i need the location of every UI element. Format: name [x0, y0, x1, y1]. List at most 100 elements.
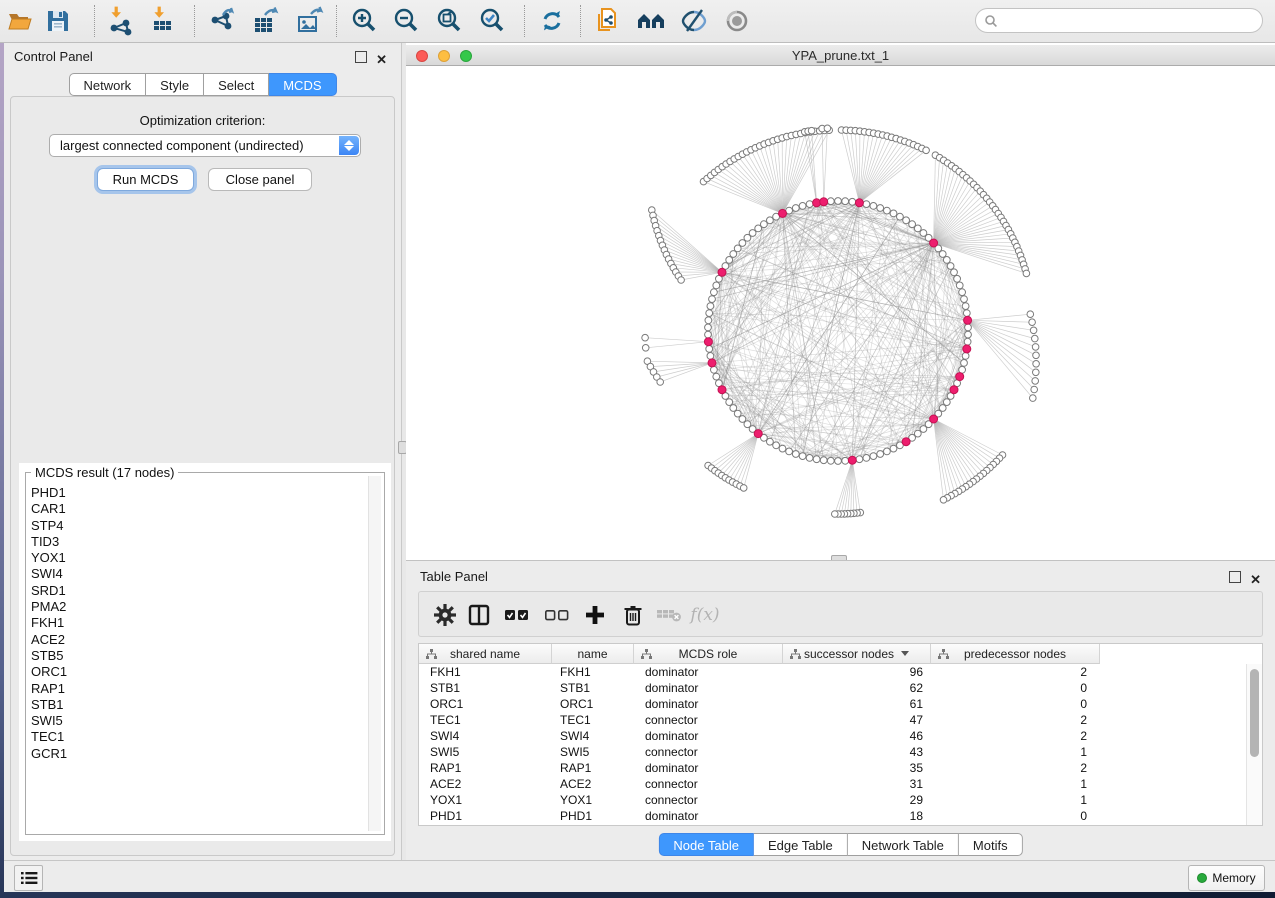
network-node[interactable]: [709, 296, 716, 303]
mcds-hub-node[interactable]: [820, 198, 828, 206]
network-leaf-node[interactable]: [1023, 270, 1030, 277]
mcds-result-item[interactable]: ACE2: [31, 632, 367, 648]
show-all-button[interactable]: [719, 3, 755, 39]
cell-shared-name[interactable]: SWI5: [419, 744, 552, 760]
cell-name[interactable]: SWI4: [552, 728, 634, 744]
network-node[interactable]: [963, 310, 970, 317]
cell-shared-name[interactable]: PHD1: [419, 808, 552, 824]
cell-shared-name[interactable]: TEC1: [419, 712, 552, 728]
network-leaf-node[interactable]: [940, 497, 947, 504]
cell-shared-name[interactable]: ORC1: [419, 696, 552, 712]
network-node[interactable]: [767, 438, 774, 445]
cell-successor-nodes[interactable]: 61: [783, 696, 931, 712]
network-leaf-node[interactable]: [1030, 395, 1037, 402]
cell-name[interactable]: YOX1: [552, 792, 634, 808]
cell-successor-nodes[interactable]: 18: [783, 808, 931, 824]
network-node[interactable]: [767, 217, 774, 224]
network-node[interactable]: [835, 458, 842, 465]
cell-predecessor-nodes[interactable]: 0: [931, 808, 1100, 824]
network-node[interactable]: [903, 217, 910, 224]
network-node[interactable]: [962, 353, 969, 360]
mcds-result-item[interactable]: STB1: [31, 697, 367, 713]
cell-MCDS-role[interactable]: connector: [634, 776, 783, 792]
cell-predecessor-nodes[interactable]: 2: [931, 760, 1100, 776]
network-node[interactable]: [726, 257, 733, 264]
table-row[interactable]: RAP1RAP1dominator352: [419, 760, 1262, 776]
network-node[interactable]: [842, 457, 849, 464]
mcds-hub-node[interactable]: [708, 359, 716, 367]
zoom-out-button[interactable]: [388, 3, 424, 39]
network-leaf-node[interactable]: [1033, 352, 1040, 359]
network-node[interactable]: [962, 303, 969, 310]
table-row[interactable]: SWI5SWI5connector431: [419, 744, 1262, 760]
cell-shared-name[interactable]: ACE2: [419, 776, 552, 792]
network-node[interactable]: [707, 353, 714, 360]
cell-successor-nodes[interactable]: 62: [783, 680, 931, 696]
network-leaf-node[interactable]: [1030, 327, 1037, 334]
cell-predecessor-nodes[interactable]: 1: [931, 776, 1100, 792]
network-node[interactable]: [773, 442, 780, 449]
network-leaf-node[interactable]: [1032, 378, 1039, 385]
cell-predecessor-nodes[interactable]: 1: [931, 744, 1100, 760]
network-node[interactable]: [711, 366, 718, 373]
network-leaf-node[interactable]: [642, 345, 649, 352]
table-panel-float-button[interactable]: [1229, 570, 1241, 588]
mcds-hub-node[interactable]: [704, 338, 712, 346]
network-node[interactable]: [961, 360, 968, 367]
tab-node-table[interactable]: Node Table: [658, 833, 754, 856]
network-node[interactable]: [806, 455, 813, 462]
cell-shared-name[interactable]: YOX1: [419, 792, 552, 808]
mcds-result-item[interactable]: CAR1: [31, 501, 367, 517]
scrollbar-thumb[interactable]: [1250, 669, 1259, 757]
network-graph[interactable]: [406, 66, 1275, 560]
network-node[interactable]: [884, 207, 891, 214]
cell-name[interactable]: STB1: [552, 680, 634, 696]
network-node[interactable]: [863, 201, 870, 208]
network-window-titlebar[interactable]: YPA_prune.txt_1: [406, 45, 1275, 66]
network-node[interactable]: [813, 456, 820, 463]
optimization-criterion-dropdown[interactable]: largest connected component (undirected): [49, 134, 361, 157]
network-node[interactable]: [943, 399, 950, 406]
cell-MCDS-role[interactable]: dominator: [634, 696, 783, 712]
cell-MCDS-role[interactable]: dominator: [634, 808, 783, 824]
cell-successor-nodes[interactable]: 29: [783, 792, 931, 808]
network-node[interactable]: [827, 198, 834, 205]
export-image-button[interactable]: [292, 3, 328, 39]
tab-style[interactable]: Style: [146, 73, 204, 96]
zoom-fit-button[interactable]: [431, 3, 467, 39]
mcds-result-item[interactable]: STB5: [31, 648, 367, 664]
network-leaf-node[interactable]: [657, 379, 664, 386]
task-history-button[interactable]: [14, 865, 43, 891]
zoom-selected-button[interactable]: [474, 3, 510, 39]
control-panel-close-button[interactable]: ✕: [376, 51, 387, 69]
export-table-button[interactable]: [248, 3, 284, 39]
table-row[interactable]: ACE2ACE2connector311: [419, 776, 1262, 792]
table-row[interactable]: ORC1ORC1dominator610: [419, 696, 1262, 712]
network-node[interactable]: [761, 221, 768, 228]
control-panel-float-button[interactable]: [355, 50, 367, 68]
cell-name[interactable]: SWI5: [552, 744, 634, 760]
cell-name[interactable]: PHD1: [552, 808, 634, 824]
network-node[interactable]: [806, 201, 813, 208]
network-node[interactable]: [964, 338, 971, 345]
tab-network[interactable]: Network: [68, 73, 146, 96]
network-node[interactable]: [705, 324, 712, 331]
cell-predecessor-nodes[interactable]: 0: [931, 680, 1100, 696]
mcds-hub-node[interactable]: [956, 373, 964, 381]
network-node[interactable]: [792, 451, 799, 458]
network-node[interactable]: [792, 205, 799, 212]
node-table[interactable]: shared namenameMCDS rolesuccessor nodesp…: [418, 643, 1263, 826]
export-network-button[interactable]: [204, 3, 240, 39]
tab-network-table[interactable]: Network Table: [848, 833, 959, 856]
network-node[interactable]: [956, 282, 963, 289]
mcds-hub-node[interactable]: [964, 316, 972, 324]
deselect-all-rows-button[interactable]: [543, 601, 571, 629]
network-node[interactable]: [726, 399, 733, 406]
network-leaf-node[interactable]: [678, 277, 685, 284]
clone-network-button[interactable]: [590, 3, 626, 39]
zoom-in-button[interactable]: [346, 3, 382, 39]
add-column-button[interactable]: [581, 601, 609, 629]
cell-shared-name[interactable]: RAP1: [419, 760, 552, 776]
network-leaf-node[interactable]: [1031, 386, 1038, 393]
cell-name[interactable]: ORC1: [552, 696, 634, 712]
